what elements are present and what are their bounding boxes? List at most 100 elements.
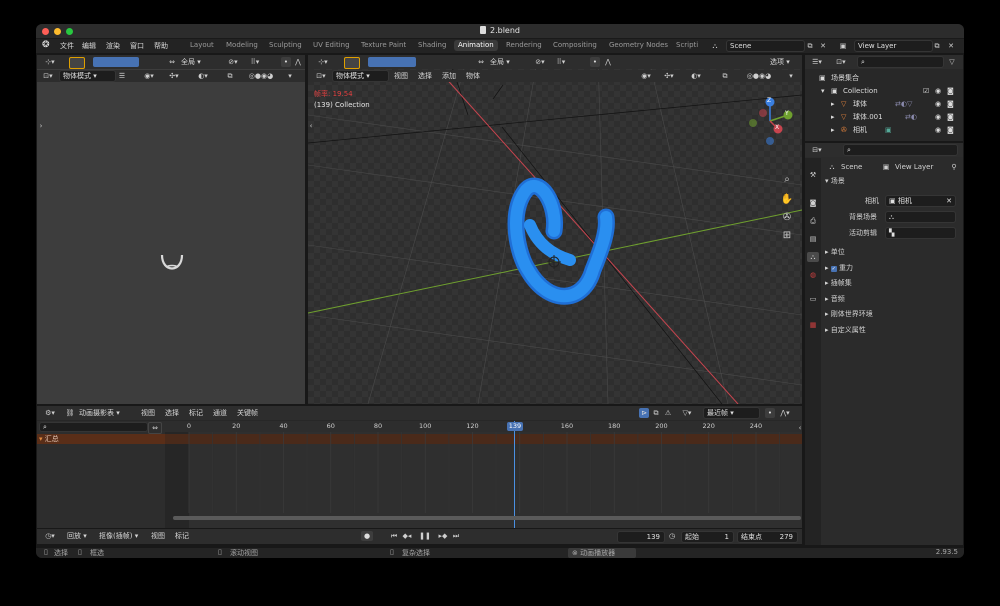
tab-sculpting[interactable]: Sculpting: [265, 40, 306, 51]
menu-marker[interactable]: 标记: [175, 531, 189, 541]
clear-icon[interactable]: ✕: [946, 196, 952, 206]
menu-view[interactable]: 视图: [141, 408, 155, 418]
new-view-layer-icon[interactable]: ⧉: [932, 41, 942, 51]
outliner-search-input[interactable]: ⌕: [857, 56, 944, 68]
world-tab-icon[interactable]: ◍: [807, 270, 819, 280]
gizmo-icon[interactable]: ✣▾: [660, 71, 678, 81]
only-selected-icon[interactable]: ⊳: [639, 408, 649, 418]
pan-view-icon[interactable]: ✋: [780, 195, 794, 205]
filter-icon[interactable]: ▽: [947, 57, 957, 67]
menu-select[interactable]: 选择: [165, 408, 179, 418]
falloff-icon[interactable]: ⋀: [603, 57, 613, 67]
filter-icon[interactable]: ▽▾: [679, 408, 695, 418]
tab-layout[interactable]: Layout: [186, 40, 218, 51]
menu-channel[interactable]: 通道: [213, 408, 227, 418]
visibility-icon[interactable]: ◉▾: [141, 71, 157, 81]
orientation-dropdown[interactable]: 全局 ▾: [490, 57, 510, 67]
tab-modeling[interactable]: Modeling: [222, 40, 262, 51]
frame-ruler[interactable]: 020406080100120140160180200220240: [165, 421, 802, 432]
menu-window[interactable]: 窗口: [130, 41, 144, 51]
section-rigid-body-world[interactable]: ▸ 刚体世界环境: [825, 309, 873, 319]
hamburger-icon[interactable]: ☰: [117, 71, 127, 81]
background-scene-field[interactable]: ⛬: [885, 211, 956, 223]
tool-tab-icon[interactable]: ⚒: [807, 170, 819, 180]
tab-compositing[interactable]: Compositing: [549, 40, 601, 51]
menu-object[interactable]: 物体: [466, 71, 480, 81]
swap-icon[interactable]: ⇔: [148, 422, 162, 434]
menu-add[interactable]: 添加: [442, 71, 456, 81]
render-tab-icon[interactable]: ◙: [807, 198, 819, 208]
scroll-left-icon[interactable]: ‹: [797, 423, 803, 433]
view-layer-icon[interactable]: ▣: [836, 41, 850, 51]
start-frame-field[interactable]: 起始 1: [681, 531, 734, 543]
playback-menu[interactable]: 回放 ▾: [67, 531, 87, 541]
eye-icon[interactable]: ◉: [935, 124, 941, 136]
current-frame-field[interactable]: 139: [617, 531, 665, 543]
section-units[interactable]: ▸ 单位: [825, 247, 845, 257]
render-camera-icon[interactable]: ◙: [947, 98, 954, 110]
menu-edit[interactable]: 编辑: [82, 41, 96, 51]
eye-icon[interactable]: ◉: [935, 85, 941, 97]
cancel-icon[interactable]: ⊗: [572, 549, 580, 557]
dopesheet-mode-dropdown[interactable]: 动画摄影表 ▾: [79, 408, 120, 418]
camera-view-icon[interactable]: ✇: [780, 213, 794, 223]
object-mode-icon[interactable]: ⊡▾: [41, 71, 55, 81]
view-layer-tab-icon[interactable]: ▤: [807, 234, 819, 244]
render-camera-icon[interactable]: ◙: [947, 111, 954, 123]
section-scene[interactable]: ▾ 场景: [825, 176, 845, 186]
display-mode-icon[interactable]: ⊡▾: [833, 57, 849, 67]
animation-player-badge[interactable]: ⊗ 动画播放器: [568, 548, 636, 558]
shading-dropdown-icon[interactable]: ▾: [285, 71, 295, 81]
overlay-icon[interactable]: ◐▾: [688, 71, 704, 81]
editor-type-icon[interactable]: ⚙▾: [41, 408, 59, 418]
delete-scene-icon[interactable]: ✕: [818, 41, 828, 51]
overlay-icon[interactable]: ◐▾: [195, 71, 211, 81]
menu-key[interactable]: 关键帧: [237, 408, 258, 418]
interpolation-dropdown[interactable]: 最近帧 ▾: [703, 407, 760, 419]
jump-keyframe-back-icon[interactable]: ◆◂: [401, 531, 413, 541]
navigation-gizmo[interactable]: Z Y X: [744, 95, 796, 147]
view-layer-selector[interactable]: View Layer: [854, 40, 933, 52]
output-tab-icon[interactable]: ⎙: [807, 216, 819, 226]
texture-tab-icon[interactable]: ▦: [807, 320, 819, 330]
editor-type-icon[interactable]: ◷▾: [41, 531, 59, 541]
select-mode-group[interactable]: [368, 57, 416, 67]
transform-icon[interactable]: ⊹▾: [314, 57, 332, 67]
render-camera-icon[interactable]: ◙: [947, 85, 954, 97]
channel-search-input[interactable]: ⌕: [39, 422, 148, 432]
editor-type-icon[interactable]: ⊟▾: [809, 145, 825, 155]
xray-icon[interactable]: ⧉: [720, 71, 730, 81]
delete-view-layer-icon[interactable]: ✕: [946, 41, 956, 51]
shading-modes-icon[interactable]: ◎●◉◕: [734, 71, 784, 81]
object-mode-icon[interactable]: ⊡▾: [314, 71, 328, 81]
eye-icon[interactable]: ◉: [935, 98, 941, 110]
tab-scripting[interactable]: Scripti: [674, 40, 702, 51]
gizmo-icon[interactable]: ✣▾: [165, 71, 183, 81]
snap-icon[interactable]: ⊘▾: [532, 57, 548, 67]
menu-help[interactable]: 帮助: [154, 41, 168, 51]
clock-icon[interactable]: ◷: [667, 531, 677, 541]
snap-icon[interactable]: ⊘▾: [225, 57, 241, 67]
checkbox-icon[interactable]: ☑: [923, 85, 929, 97]
section-audio[interactable]: ▸ 音频: [825, 294, 845, 304]
left-viewport[interactable]: ⊹▾ ⇔ 全局 ▾ ⊘▾ ⠿▾ • ⋀ ⊡▾ 物体模式 ▾ ☰ ◉▾ ✣▾ ◐▾…: [37, 55, 305, 404]
perspective-toggle-icon[interactable]: ⊞: [780, 231, 794, 241]
main-viewport[interactable]: ⊹▾ ⇔ 全局 ▾ ⊘▾ ⠿▾ • ⋀ 选项 ▾ ⊡▾ 物体模式 ▾ 视图 选择…: [308, 55, 802, 404]
scene-selector[interactable]: Scene: [726, 40, 805, 52]
outliner-object-camera[interactable]: ▸ ✇ 相机 ▣ ◉ ◙: [805, 124, 955, 136]
editor-type-icon[interactable]: ⊹▾: [41, 57, 59, 67]
tab-animation[interactable]: Animation: [454, 40, 498, 51]
outliner-scene-collection[interactable]: ▣ 场景集合: [805, 72, 955, 84]
current-frame-badge[interactable]: 139: [507, 422, 523, 431]
visibility-icon[interactable]: ◉▾: [638, 71, 654, 81]
object-mode-dropdown[interactable]: 物体模式 ▾: [59, 70, 116, 82]
new-scene-icon[interactable]: ⧉: [805, 41, 815, 51]
proportional-edit-icon[interactable]: •: [281, 57, 291, 67]
section-custom-properties[interactable]: ▸ 自定义属性: [825, 325, 866, 335]
editor-type-icon[interactable]: ☰▾: [809, 57, 825, 67]
shading-dropdown-icon[interactable]: ▾: [786, 71, 796, 81]
outliner-object-sphere-001[interactable]: ▸ ▽ 球体.001 ⇄◐ ◉ ◙: [805, 111, 955, 123]
menu-marker[interactable]: 标记: [189, 408, 203, 418]
auto-keying-icon[interactable]: ●: [361, 531, 373, 541]
tab-geometry-nodes[interactable]: Geometry Nodes: [605, 40, 672, 51]
